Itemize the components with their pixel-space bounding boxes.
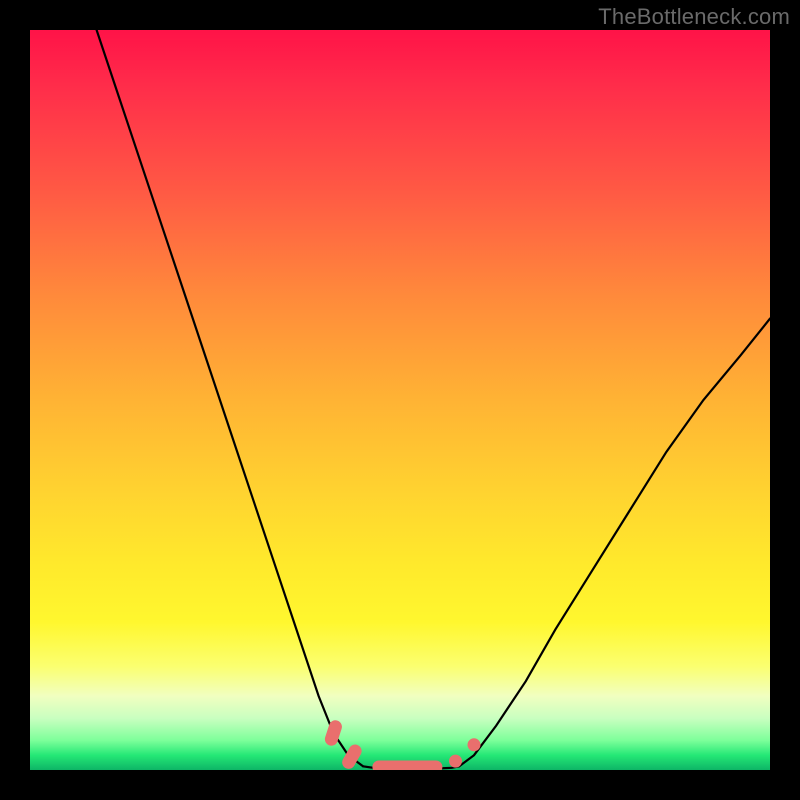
curve-right-branch xyxy=(459,319,770,767)
curve-left-branch xyxy=(97,30,363,766)
attribution-text: TheBottleneck.com xyxy=(598,4,790,30)
pill-floor xyxy=(372,761,442,771)
pill-right-lower xyxy=(449,755,462,768)
chart-frame: TheBottleneck.com xyxy=(0,0,800,800)
valley-markers xyxy=(323,719,480,770)
curve-layer xyxy=(30,30,770,770)
plot-area xyxy=(30,30,770,770)
pill-right-upper xyxy=(468,738,481,751)
